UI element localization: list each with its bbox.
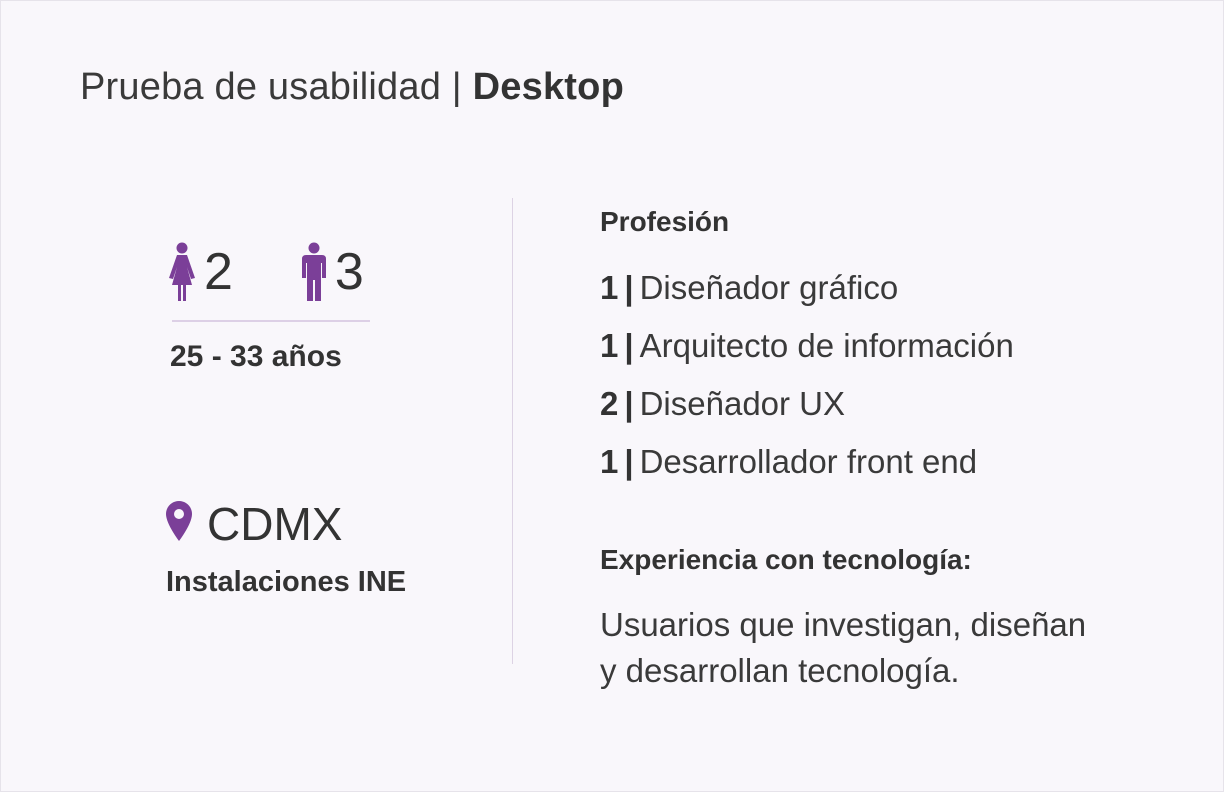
female-group: 2 <box>168 242 233 302</box>
list-item: 1 | Desarrollador front end <box>600 443 978 480</box>
title-light: Prueba de usabilidad | <box>80 66 462 108</box>
map-pin-icon <box>165 500 193 547</box>
experience-line-2: y desarrollan tecnología. <box>600 652 960 689</box>
list-item: 2 | Diseñador UX <box>600 385 846 422</box>
male-person-icon <box>301 242 327 302</box>
experience-description: Usuarios que investigan, diseñan y desar… <box>600 602 1160 694</box>
list-item: 1 | Diseñador gráfico <box>600 269 899 306</box>
female-person-icon <box>168 242 196 302</box>
title-bold: Desktop <box>472 66 624 108</box>
gender-underline <box>172 320 370 322</box>
experience-heading: Experiencia con tecnología: <box>600 544 972 575</box>
female-count: 2 <box>204 243 233 301</box>
gender-counts: 2 3 <box>168 240 364 304</box>
profession-list: 1 | Diseñador gráfico 1 | Arquitecto de info… <box>600 266 1014 498</box>
location-row: CDMX <box>165 500 342 547</box>
profession-heading: Profesión <box>600 206 730 237</box>
city-name: CDMX <box>207 497 343 550</box>
list-item: 1 | Arquitecto de información <box>600 327 1014 364</box>
experience-line-1: Usuarios que investigan, diseñan <box>600 606 1087 643</box>
page-title: Prueba de usabilidad | Desktop <box>80 66 624 109</box>
column-divider <box>512 198 513 664</box>
male-group: 3 <box>301 242 364 302</box>
age-range: 25 - 33 años <box>170 340 342 373</box>
male-count: 3 <box>334 243 364 301</box>
venue-name: Instalaciones INE <box>166 566 407 598</box>
